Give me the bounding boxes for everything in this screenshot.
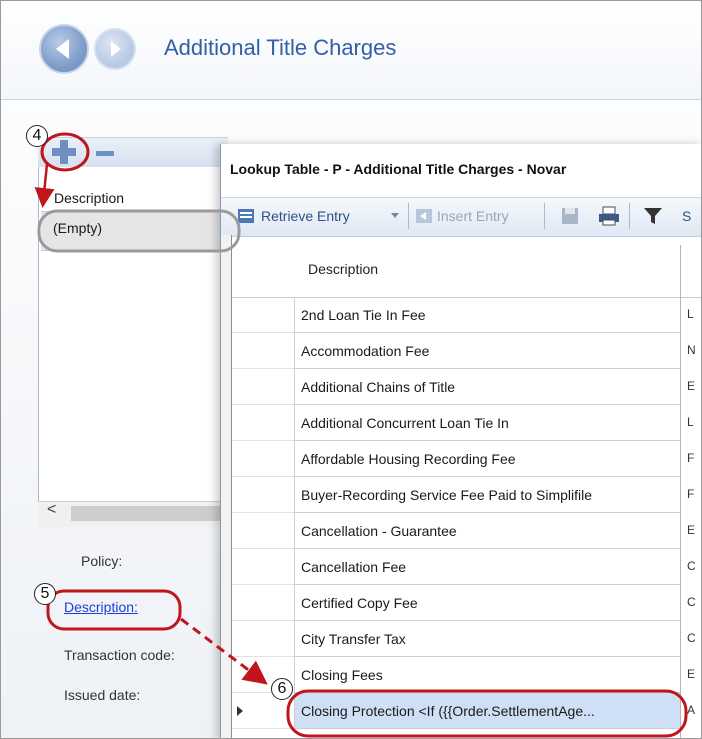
save-icon[interactable] bbox=[561, 207, 579, 225]
row-header-cell[interactable] bbox=[232, 405, 294, 441]
row-description: 2nd Loan Tie In Fee bbox=[301, 307, 426, 323]
next-column-cell: E bbox=[687, 523, 696, 537]
row-description: Closing Fees bbox=[301, 667, 383, 683]
issued-date-label: Issued date: bbox=[64, 687, 141, 703]
next-column-cell: A bbox=[687, 703, 696, 717]
row-header-cell[interactable] bbox=[232, 477, 294, 513]
back-button[interactable] bbox=[39, 24, 89, 74]
scrollbar-thumb[interactable] bbox=[71, 506, 221, 521]
print-icon[interactable] bbox=[598, 205, 620, 227]
row-header-cell[interactable] bbox=[232, 549, 294, 585]
toolbar-separator bbox=[408, 203, 409, 229]
plus-icon[interactable] bbox=[49, 137, 79, 167]
row-description: Affordable Housing Recording Fee bbox=[301, 451, 516, 467]
table-row[interactable]: Buyer-Recording Service Fee Paid to Simp… bbox=[294, 477, 680, 513]
minus-icon[interactable] bbox=[96, 151, 114, 156]
policy-label: Policy: bbox=[81, 553, 123, 569]
next-column-cell: F bbox=[687, 451, 695, 465]
row-description: Cancellation - Guarantee bbox=[301, 523, 457, 539]
next-column-cell: L bbox=[687, 307, 694, 321]
table-row[interactable]: City Transfer Tax bbox=[294, 621, 680, 657]
next-column-cell: F bbox=[687, 487, 695, 501]
row-description: Accommodation Fee bbox=[301, 343, 430, 359]
lookup-title: Lookup Table - P - Additional Title Char… bbox=[230, 161, 567, 177]
row-header-cell[interactable] bbox=[232, 513, 294, 549]
table-row[interactable]: Cancellation Fee bbox=[294, 549, 680, 585]
row-description: Certified Copy Fee bbox=[301, 595, 418, 611]
next-column-cell: L bbox=[687, 415, 694, 429]
next-column-cell: C bbox=[687, 595, 696, 609]
table-row[interactable]: Closing Fees bbox=[294, 657, 680, 693]
back-arrow-icon bbox=[56, 39, 69, 59]
next-column-cell: C bbox=[687, 631, 696, 645]
next-column-cell: C bbox=[687, 559, 696, 573]
forward-button[interactable] bbox=[94, 28, 136, 70]
table-row[interactable]: Affordable Housing Recording Fee bbox=[294, 441, 680, 477]
callout-4: 4 bbox=[26, 125, 48, 147]
table-row[interactable]: 2nd Loan Tie In Fee bbox=[294, 297, 680, 333]
row-description: Buyer-Recording Service Fee Paid to Simp… bbox=[301, 487, 593, 503]
page-title: Additional Title Charges bbox=[164, 35, 397, 60]
window: Additional Title Charges Description (Em… bbox=[0, 0, 702, 739]
table-row[interactable]: Closing Protection <If ({{Order.Settleme… bbox=[294, 693, 680, 729]
row-header-cell[interactable] bbox=[232, 585, 294, 621]
next-column-cell: E bbox=[687, 667, 696, 681]
row-header-cell[interactable] bbox=[232, 333, 294, 369]
table-row[interactable]: Certified Copy Fee bbox=[294, 585, 680, 621]
table-row[interactable]: Additional Concurrent Loan Tie In bbox=[294, 405, 680, 441]
description-link[interactable]: Description: bbox=[64, 599, 138, 615]
row-header-cell[interactable] bbox=[232, 441, 294, 477]
callout-6: 6 bbox=[271, 678, 293, 700]
grid-column-header[interactable]: Description bbox=[308, 261, 378, 277]
insert-icon bbox=[416, 209, 432, 223]
retrieve-entry-button[interactable]: Retrieve Entry bbox=[261, 208, 350, 224]
callout-5: 5 bbox=[34, 583, 56, 605]
row-description: Cancellation Fee bbox=[301, 559, 407, 575]
column-divider bbox=[680, 245, 681, 738]
row-description: City Transfer Tax bbox=[301, 631, 406, 647]
chevron-down-icon[interactable] bbox=[390, 212, 400, 220]
toolbar-separator bbox=[629, 203, 630, 229]
forward-arrow-icon bbox=[111, 41, 121, 57]
retrieve-icon bbox=[238, 209, 254, 223]
row-description: Closing Protection <If ({{Order.Settleme… bbox=[301, 703, 595, 719]
next-column-cell: N bbox=[687, 343, 696, 357]
search-button-partial[interactable]: S bbox=[682, 208, 691, 224]
insert-entry-button[interactable]: Insert Entry bbox=[437, 208, 509, 224]
row-header-cell[interactable] bbox=[232, 297, 294, 333]
row-header-strip bbox=[221, 235, 232, 738]
row-header-cell[interactable] bbox=[232, 621, 294, 657]
row-header-cell[interactable] bbox=[232, 369, 294, 405]
row-description: Additional Chains of Title bbox=[301, 379, 456, 395]
list-column-header: Description bbox=[54, 190, 125, 206]
current-row-indicator-icon bbox=[237, 706, 243, 716]
row-description: Additional Concurrent Loan Tie In bbox=[301, 415, 509, 431]
next-column-cell: E bbox=[687, 379, 696, 393]
filter-icon[interactable] bbox=[643, 206, 663, 226]
scroll-left-icon[interactable]: < bbox=[47, 501, 56, 519]
table-row[interactable]: Accommodation Fee bbox=[294, 333, 680, 369]
toolbar-separator bbox=[544, 203, 545, 229]
grid-header bbox=[232, 245, 701, 298]
table-row[interactable]: Additional Chains of Title bbox=[294, 369, 680, 405]
table-row[interactable]: Cancellation - Guarantee bbox=[294, 513, 680, 549]
transaction-code-label: Transaction code: bbox=[64, 647, 175, 663]
empty-row-label: (Empty) bbox=[53, 220, 102, 236]
